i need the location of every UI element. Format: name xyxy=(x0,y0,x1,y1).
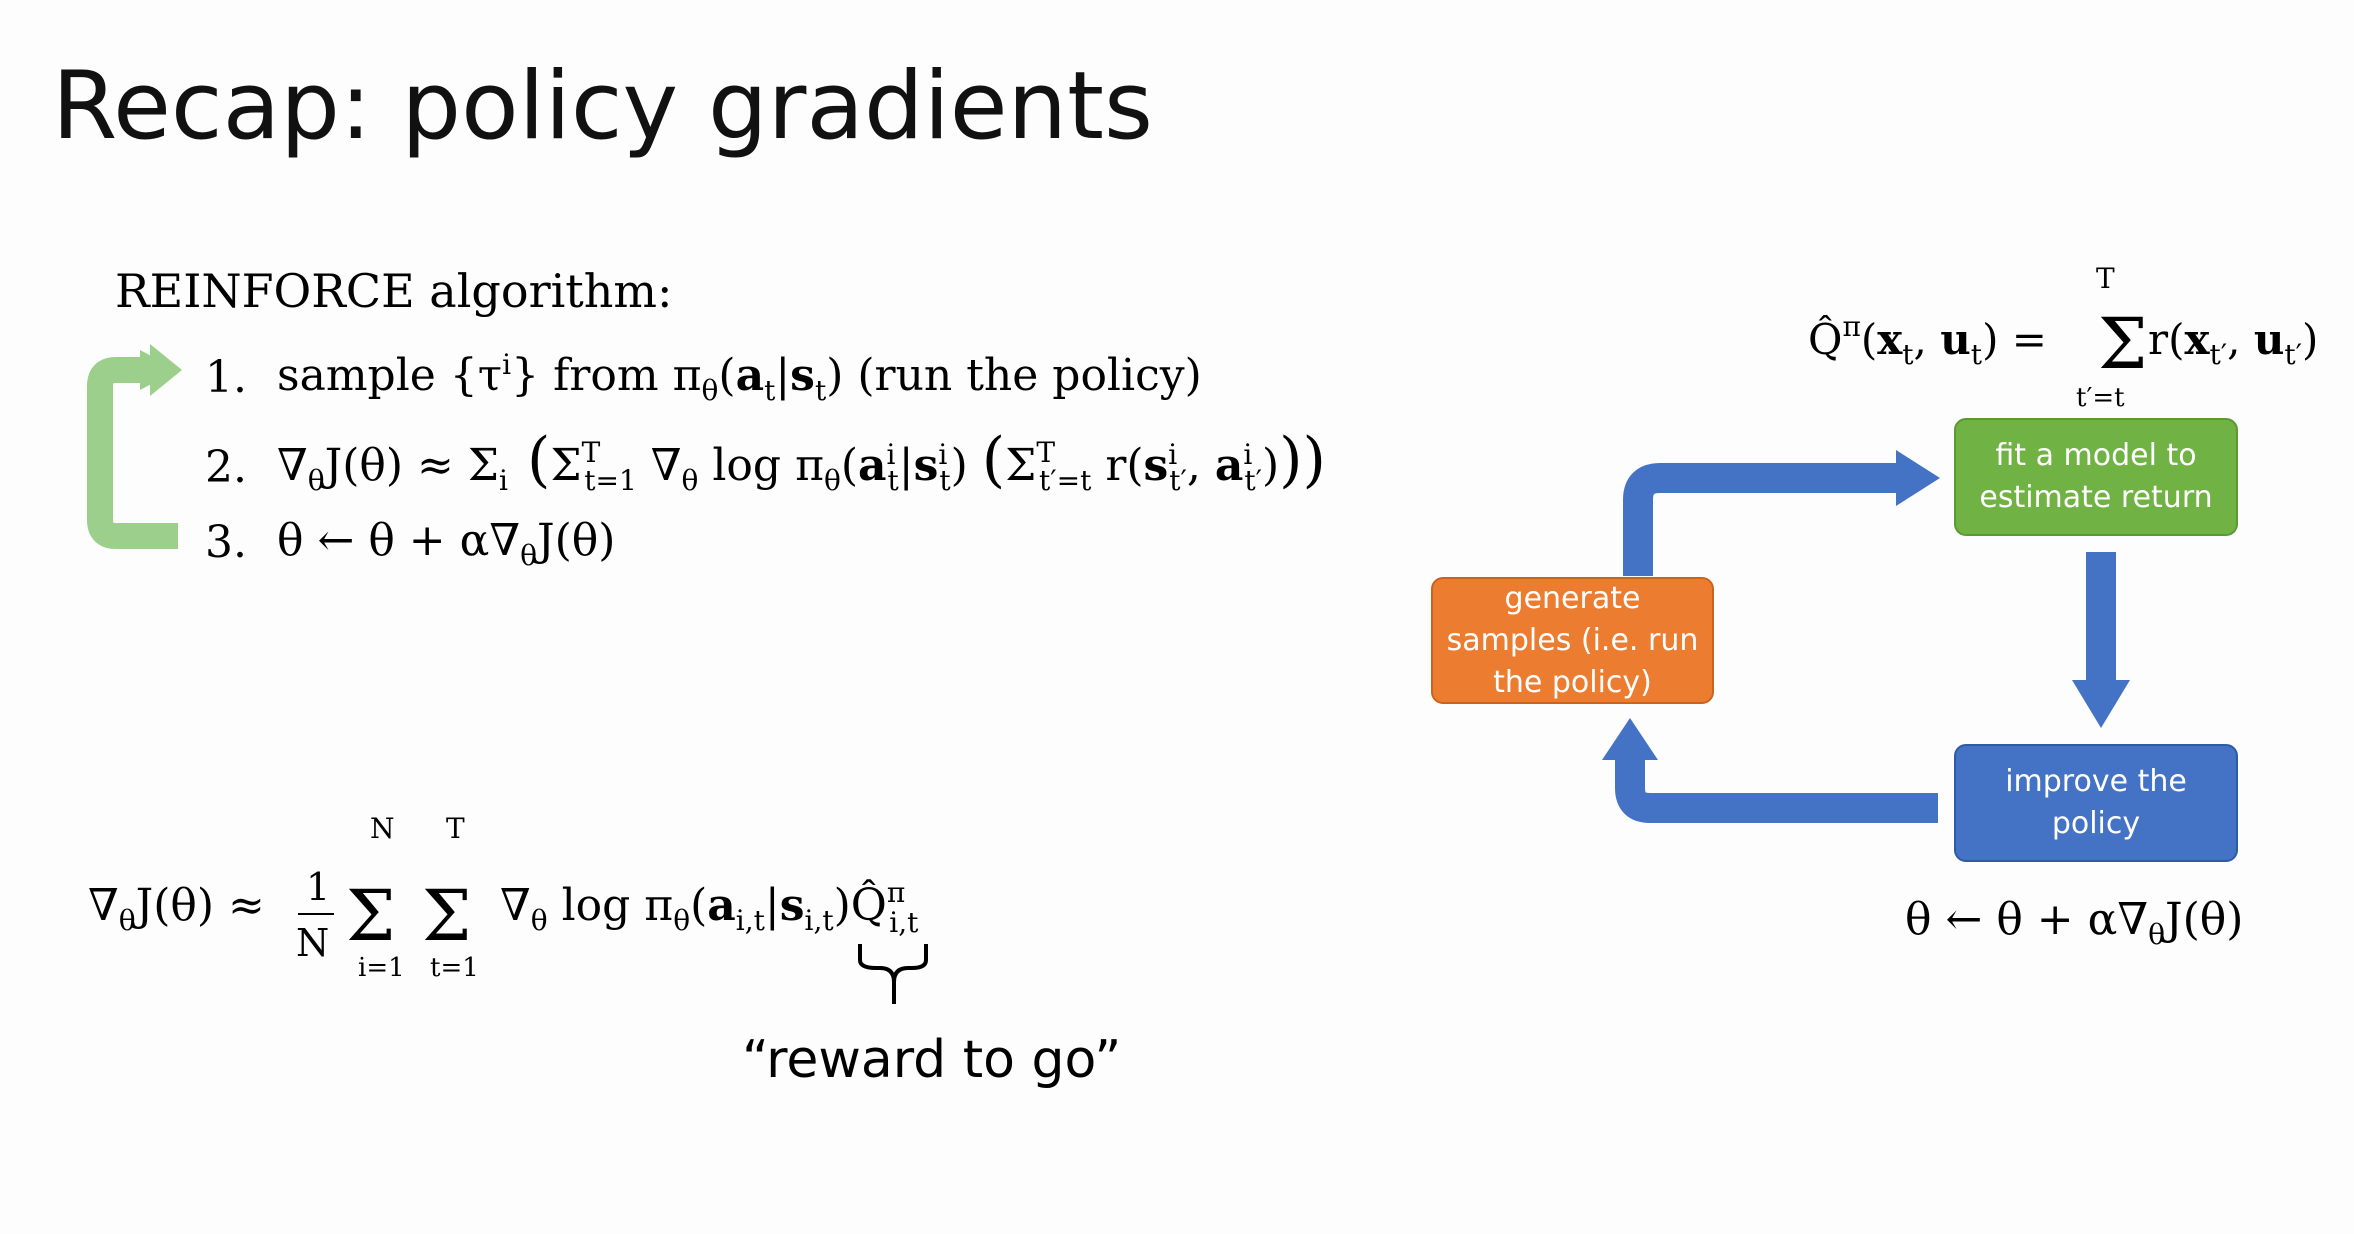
arrow-improve-to-generate-icon xyxy=(1615,756,1938,823)
arrow-generate-to-fit-icon xyxy=(1623,463,1900,576)
svg-text:θ ← θ + α∇θJ(θ): θ ← θ + α∇θJ(θ) xyxy=(1905,894,2243,951)
cycle-arrows xyxy=(1602,450,2130,823)
arrow-fit-to-improve-icon xyxy=(2086,552,2116,682)
arrow-head-up-icon xyxy=(1602,718,1658,760)
arrow-head-right-icon xyxy=(1896,450,1940,506)
arrow-head-down-icon xyxy=(2072,680,2130,728)
improve-policy-box: improve the policy xyxy=(1954,744,2238,862)
generate-samples-box: generate samples (i.e. run the policy) xyxy=(1431,577,1714,704)
update-rule: θ ← θ + α∇θJ(θ) xyxy=(1905,890,2325,968)
update-rule-formula: θ ← θ + α∇θJ(θ) xyxy=(1905,894,2243,951)
slide: Recap: policy gradients REINFORCE algori… xyxy=(0,0,2354,1234)
fit-model-box: fit a model to estimate return xyxy=(1954,418,2238,536)
